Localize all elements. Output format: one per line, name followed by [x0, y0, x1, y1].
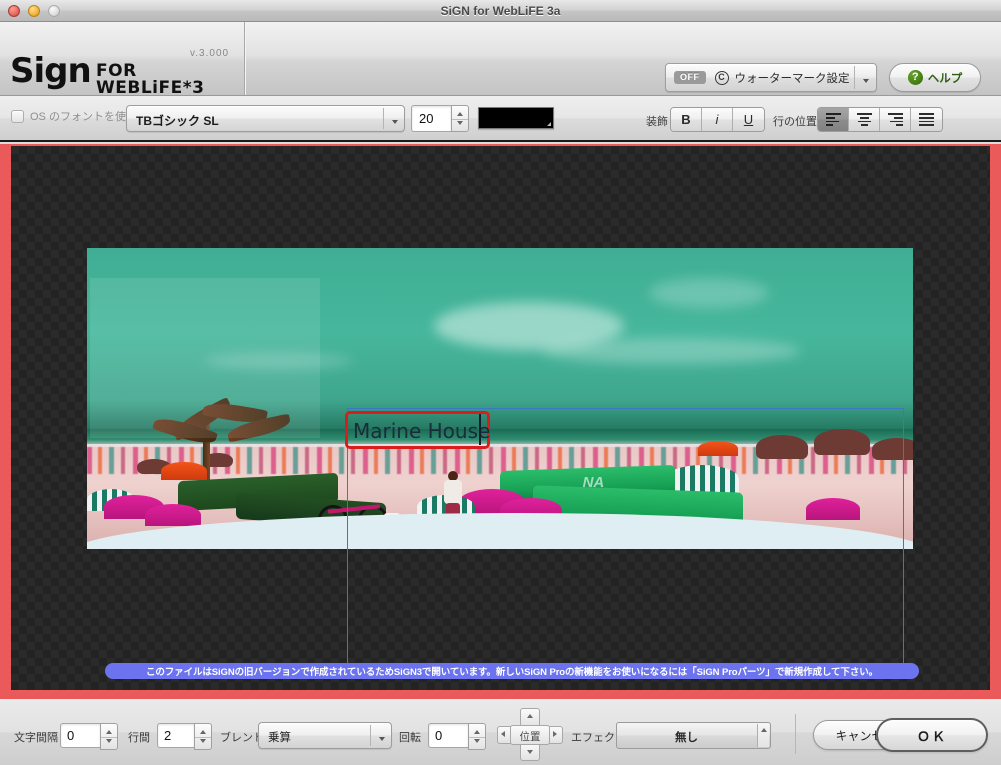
effect-select[interactable]: 無し [616, 722, 771, 749]
font-size-stepper[interactable] [451, 105, 469, 132]
minimize-icon[interactable] [28, 4, 40, 17]
arrow-up-icon[interactable] [761, 728, 767, 732]
divider [854, 66, 855, 89]
font-family-select[interactable]: TBゴシック SL [126, 105, 405, 132]
divider [370, 725, 371, 746]
window-traffic-lights [8, 4, 60, 17]
effect-scrollbar[interactable] [757, 724, 769, 747]
text-color-swatch[interactable] [478, 107, 554, 129]
stepper-up-icon[interactable] [200, 730, 206, 734]
char-spacing-input[interactable]: 0 [60, 723, 100, 748]
arrow-down-icon [527, 750, 533, 754]
divider [101, 737, 117, 738]
line-spacing-stepper[interactable] [194, 723, 212, 750]
bold-button[interactable]: B [671, 108, 702, 131]
effect-value: 無し [675, 732, 698, 744]
os-font-checkbox-label: OS のフォントを使用 [30, 111, 137, 123]
chevron-down-icon[interactable] [863, 79, 869, 83]
blend-select[interactable]: 乗算 [258, 722, 392, 749]
align-center-button[interactable] [849, 108, 880, 131]
window-title: SiGN for WebLiFE 3a [440, 3, 561, 18]
canvas-transparency-grid[interactable]: NA Marine House このファイルはSiGNの旧バージョンで作成されて… [11, 146, 990, 690]
beach-umbrella [161, 461, 208, 480]
line-spacing-value: 2 [164, 728, 172, 743]
canvas-border: NA Marine House このファイルはSiGNの旧バージョンで作成されて… [0, 144, 1001, 699]
watermark-settings-button[interactable]: OFF C ウォーターマーク設定 [665, 63, 877, 92]
text-object-value: Marine House [353, 419, 491, 443]
align-justify-icon [919, 113, 934, 126]
legacy-file-notice-text: このファイルはSiGNの旧バージョンで作成されているためSiGN3で開いています… [145, 667, 879, 678]
stepper-up-icon[interactable] [457, 112, 463, 116]
divider [383, 108, 384, 129]
position-label: 位置 [519, 731, 541, 743]
text-caret [479, 414, 481, 445]
help-label: ヘルプ [927, 72, 963, 85]
watermark-state-badge: OFF [674, 71, 706, 84]
stepper-up-icon[interactable] [474, 730, 480, 734]
os-font-checkbox-group[interactable]: OS のフォントを使用 [11, 108, 137, 124]
align-center-icon [856, 113, 872, 126]
align-left-icon [825, 113, 841, 126]
align-button-group [817, 107, 943, 132]
stepper-up-icon[interactable] [106, 730, 112, 734]
chevron-down-icon[interactable] [392, 120, 398, 124]
char-spacing-stepper[interactable] [100, 723, 118, 750]
stepper-down-icon[interactable] [106, 739, 112, 743]
font-size-value: 20 [419, 111, 434, 126]
copyright-icon: C [714, 70, 729, 85]
divider [452, 119, 468, 120]
line-spacing-input[interactable]: 2 [157, 723, 194, 748]
stepper-down-icon[interactable] [457, 121, 463, 125]
brand-subtitle: FOR WEBLiFE*3 [96, 61, 205, 98]
text-object-selection[interactable]: Marine House [345, 411, 490, 449]
image-overlay-rect [90, 278, 320, 438]
zoom-icon[interactable] [48, 4, 60, 17]
divider [195, 737, 211, 738]
arrow-up-icon [527, 714, 533, 718]
stepper-down-icon[interactable] [474, 739, 480, 743]
decoration-label: 装飾 [646, 116, 668, 128]
beach-umbrella [144, 503, 201, 526]
chevron-down-icon[interactable] [379, 737, 385, 741]
align-justify-button[interactable] [911, 108, 942, 131]
help-button[interactable]: ? ヘルプ [889, 63, 981, 92]
app-window: SiGN for WebLiFE 3a Sign FOR WEBLiFE*3 v… [0, 0, 1001, 765]
brand-panel: Sign FOR WEBLiFE*3 v.3.000 [0, 22, 245, 98]
underline-button[interactable]: U [733, 108, 764, 131]
arrow-left-icon [501, 731, 505, 737]
font-size-input[interactable]: 20 [411, 105, 451, 132]
decoration-button-group: B i U [670, 107, 765, 132]
position-dpad: 位置 [497, 708, 563, 761]
window-titlebar: SiGN for WebLiFE 3a [0, 0, 1001, 22]
line-spacing-label: 行間 [128, 732, 150, 744]
legacy-file-notice: このファイルはSiGNの旧バージョンで作成されているためSiGN3で開いています… [105, 663, 919, 679]
brand-logo: Sign [10, 51, 92, 91]
close-icon[interactable] [8, 4, 20, 17]
watermark-label: ウォーターマーク設定 [734, 72, 850, 85]
question-mark-icon: ? [907, 70, 923, 85]
os-font-checkbox[interactable] [11, 109, 24, 123]
arrow-right-icon [553, 731, 557, 737]
font-family-value: TBゴシック SL [136, 114, 219, 128]
app-header: Sign FOR WEBLiFE*3 v.3.000 OFF C ウォーターマー… [0, 22, 1001, 98]
align-left-button[interactable] [818, 108, 849, 131]
rotation-input[interactable]: 0 [428, 723, 468, 748]
divider [469, 737, 485, 738]
rotation-stepper[interactable] [468, 723, 486, 750]
italic-button[interactable]: i [702, 108, 733, 131]
rotation-label: 回転 [399, 732, 421, 744]
ok-button[interactable]: ＯＫ [876, 718, 988, 752]
blend-value: 乗算 [268, 732, 291, 744]
line-position-label: 行の位置 [773, 116, 817, 128]
chevron-down-icon[interactable] [547, 122, 551, 126]
rotation-value: 0 [435, 728, 443, 743]
cloud-shape [648, 278, 769, 309]
app-version: v.3.000 [190, 48, 230, 59]
align-right-icon [887, 113, 903, 126]
char-spacing-label: 文字間隔 [14, 732, 58, 744]
align-right-button[interactable] [880, 108, 911, 131]
stepper-down-icon[interactable] [200, 739, 206, 743]
divider [795, 714, 796, 754]
char-spacing-value: 0 [67, 728, 75, 743]
